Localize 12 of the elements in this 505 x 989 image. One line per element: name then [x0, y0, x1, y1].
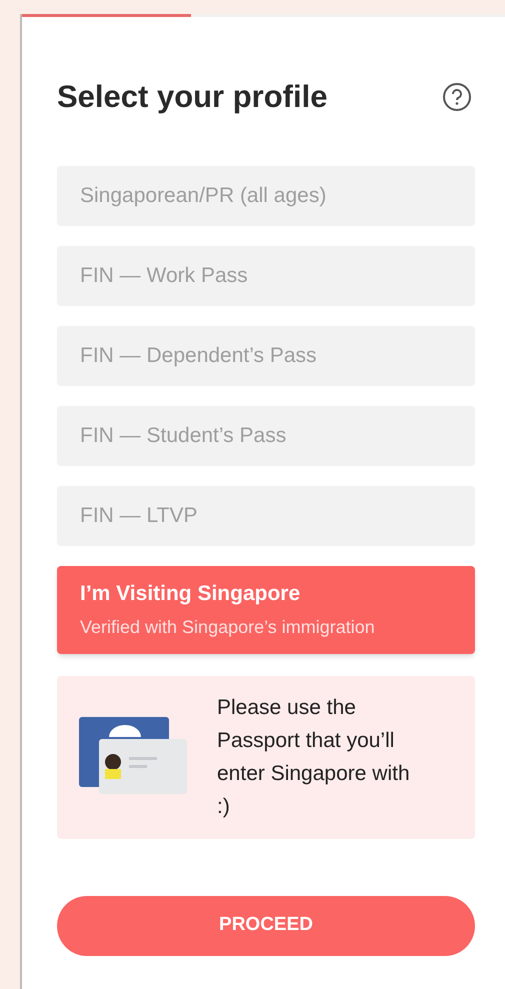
profile-option[interactable]: FIN — Work Pass: [57, 246, 475, 306]
profile-option[interactable]: FIN — Student’s Pass: [57, 406, 475, 466]
profile-option[interactable]: Singaporean/PR (all ages): [57, 166, 475, 226]
option-subtitle: Verified with Singapore’s immigration: [80, 616, 376, 639]
help-icon[interactable]: [442, 82, 472, 112]
profile-option[interactable]: I’m Visiting Singapore Verified with Singapore’s immigration: [57, 566, 475, 654]
notice-text: Please use the Passport that you’ll enter Singapore with :): [217, 695, 411, 820]
option-label: I’m Visiting Singapore: [80, 581, 302, 608]
page-title: Select your profile: [57, 78, 328, 116]
proceed-button[interactable]: PROCEED: [57, 896, 475, 956]
profile-option[interactable]: FIN — Dependent’s Pass: [57, 326, 475, 386]
profile-option[interactable]: FIN — LTVP: [57, 486, 475, 546]
